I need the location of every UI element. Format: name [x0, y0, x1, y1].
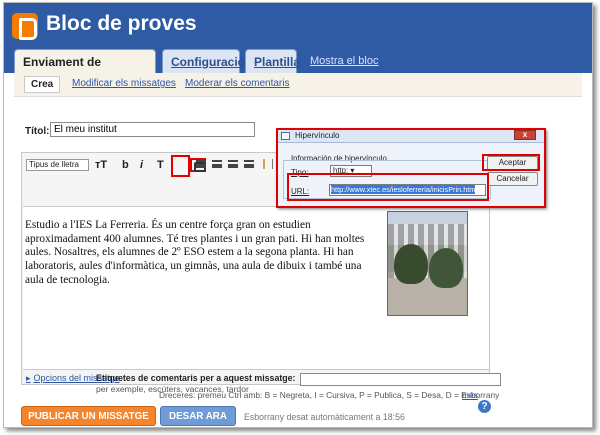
- draft-status: Esborrany desat automàticament a 18:56: [244, 412, 405, 422]
- subnav-edit-posts[interactable]: Modificar els missatges: [72, 78, 176, 89]
- school-photo: [387, 211, 468, 316]
- keyboard-shortcuts-text: Dreceres: premeu Ctrl amb: B = Negreta, …: [159, 390, 500, 400]
- align-left-icon[interactable]: [196, 160, 206, 168]
- more-shortcuts-link[interactable]: més: [462, 390, 478, 400]
- blogger-window: Bloc de proves Enviament de missatges Co…: [3, 2, 593, 428]
- subnav: Crea Modificar els missatges Moderar els…: [14, 73, 582, 97]
- post-content-editor[interactable]: Estudio a l'IES La Ferreria. És un centr…: [23, 206, 489, 370]
- highlight-dialog: [276, 128, 546, 208]
- page-title: Bloc de proves: [46, 12, 197, 35]
- text-color-button[interactable]: T: [157, 159, 164, 171]
- blogger-logo-icon: [12, 13, 38, 40]
- tab-post[interactable]: Enviament de missatges: [14, 49, 156, 93]
- align-justify-icon[interactable]: [244, 160, 254, 168]
- publish-button[interactable]: PUBLICAR UN MISSATGE: [21, 406, 156, 426]
- post-body-text: Estudio a l'IES La Ferreria. És un centr…: [25, 219, 365, 286]
- labels-input[interactable]: [300, 373, 501, 386]
- font-family-select[interactable]: Tipus de lletra: [26, 159, 89, 171]
- view-blog-link[interactable]: Mostra el bloc: [310, 55, 378, 67]
- align-right-icon[interactable]: [228, 160, 238, 168]
- help-icon[interactable]: ?: [478, 400, 491, 413]
- italic-button[interactable]: i: [140, 159, 143, 171]
- labels-title: Etiquetes de comentaris per a aquest mis…: [96, 373, 296, 383]
- highlight-link-tool: [171, 155, 190, 177]
- list-icon[interactable]: [263, 159, 273, 169]
- align-center-icon[interactable]: [212, 160, 222, 168]
- font-size-button[interactable]: тT: [95, 159, 107, 171]
- save-now-button[interactable]: DESAR ARA: [160, 406, 236, 426]
- tab-template[interactable]: Plantilla: [245, 49, 300, 73]
- post-title-input[interactable]: [50, 122, 255, 137]
- subnav-create[interactable]: Crea: [24, 76, 61, 93]
- bold-button[interactable]: b: [122, 159, 129, 171]
- title-label: Títol:: [25, 126, 50, 137]
- tab-settings[interactable]: Configuració: [162, 49, 245, 73]
- subnav-moderate-comments[interactable]: Moderar els comentaris: [185, 78, 289, 89]
